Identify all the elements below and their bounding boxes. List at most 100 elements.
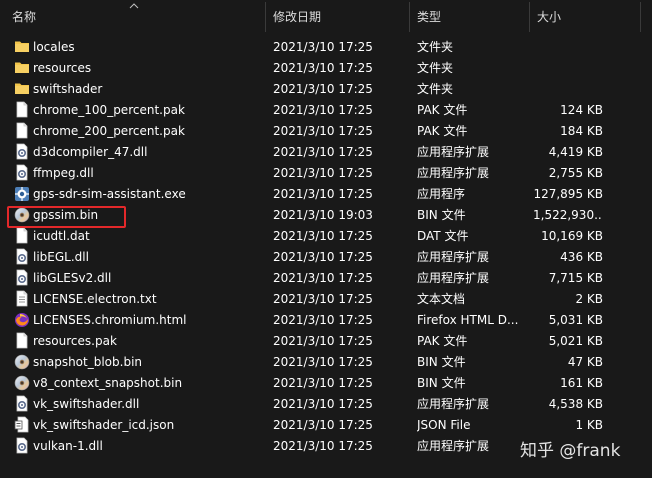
file-type: Firefox HTML D... [417,313,519,327]
file-size [533,78,603,99]
file-row[interactable]: d3dcompiler_47.dll 2021/3/10 17:25 应用程序扩展 4… [0,141,652,162]
file-row[interactable]: libEGL.dll 2021/3/10 17:25 应用程序扩展 436 KB [0,246,652,267]
file-modified-date: 2021/3/10 17:25 [273,313,373,327]
dll-icon [14,395,30,412]
column-divider[interactable] [409,2,410,32]
file-modified-date: 2021/3/10 19:03 [273,208,373,222]
file-type: 应用程序扩展 [417,439,490,453]
file-name: libGLESv2.dll [33,271,112,285]
file-row[interactable]: LICENSE.electron.txt 2021/3/10 17:25 文本文档 2… [0,288,652,309]
file-name: vk_swiftshader.dll [33,397,140,411]
file-size: 1,522,930... [533,208,603,222]
file-modified-date: 2021/3/10 17:25 [273,145,373,159]
json-file-icon [14,416,30,433]
file-row[interactable]: snapshot_blob.bin 2021/3/10 17:25 BIN 文件 47… [0,351,652,372]
column-header-bar: 名称 修改日期 类型 大小 [0,0,652,33]
file-icon [14,122,30,139]
column-divider[interactable] [529,2,530,32]
file-row[interactable]: icudtl.dat 2021/3/10 17:25 DAT 文件 10,169 KB [0,225,652,246]
file-type: 应用程序扩展 [417,166,490,180]
file-row[interactable]: locales 2021/3/10 17:25 文件夹 [0,36,652,57]
file-row[interactable]: gps-sdr-sim-assistant.exe 2021/3/10 17:25… [0,183,652,204]
file-name: chrome_200_percent.pak [33,124,185,138]
file-type: 文件夹 [417,61,454,75]
file-size [533,36,603,57]
disc-icon [14,374,30,391]
highlight-box [7,206,126,228]
file-modified-date: 2021/3/10 17:25 [273,250,373,264]
file-type: BIN 文件 [417,355,466,369]
file-name: ffmpeg.dll [33,166,94,180]
dll-icon [14,437,30,454]
file-row[interactable]: chrome_100_percent.pak 2021/3/10 17:25 PAK… [0,99,652,120]
folder-icon [14,80,30,97]
file-row[interactable]: libGLESv2.dll 2021/3/10 17:25 应用程序扩展 7,715 … [0,267,652,288]
file-modified-date: 2021/3/10 17:25 [273,376,373,390]
file-row[interactable]: vk_swiftshader.dll 2021/3/10 17:25 应用程序扩展 4… [0,393,652,414]
file-row[interactable]: chrome_200_percent.pak 2021/3/10 17:25 PAK… [0,120,652,141]
text-file-icon [14,290,30,307]
file-row[interactable]: resources 2021/3/10 17:25 文件夹 [0,57,652,78]
file-type: PAK 文件 [417,103,468,117]
dll-icon [14,248,30,265]
file-modified-date: 2021/3/10 17:25 [273,397,373,411]
file-size: 5,031 KB [548,313,603,327]
file-modified-date: 2021/3/10 17:25 [273,103,373,117]
file-row[interactable]: swiftshader 2021/3/10 17:25 文件夹 [0,78,652,99]
file-size: 161 KB [560,376,603,390]
dll-icon [14,269,30,286]
file-name: v8_context_snapshot.bin [33,376,183,390]
file-name: vk_swiftshader_icd.json [33,418,175,432]
column-header-date[interactable]: 修改日期 [273,0,403,33]
file-type: 文件夹 [417,82,454,96]
file-name: vulkan-1.dll [33,439,103,453]
folder-icon [14,59,30,76]
file-type: 应用程序扩展 [417,271,490,285]
column-header-type[interactable]: 类型 [417,0,522,33]
file-size: 4,538 KB [548,397,603,411]
file-name: swiftshader [33,82,103,96]
dll-icon [14,143,30,160]
column-header-name[interactable]: 名称 [12,0,262,33]
file-size: 47 KB [567,355,603,369]
file-type: PAK 文件 [417,334,468,348]
column-divider[interactable] [640,2,641,32]
file-type: BIN 文件 [417,208,466,222]
file-size: 1 KB [575,418,603,432]
file-type: 应用程序扩展 [417,397,490,411]
file-modified-date: 2021/3/10 17:25 [273,418,373,432]
file-modified-date: 2021/3/10 17:25 [273,439,373,453]
file-name: LICENSE.electron.txt [33,292,157,306]
file-type: 应用程序扩展 [417,250,490,264]
file-modified-date: 2021/3/10 17:25 [273,229,373,243]
file-modified-date: 2021/3/10 17:25 [273,61,373,75]
column-divider[interactable] [265,2,266,32]
file-size: 2 KB [575,292,603,306]
file-modified-date: 2021/3/10 17:25 [273,271,373,285]
file-row[interactable]: LICENSES.chromium.html 2021/3/10 17:25 Fir… [0,309,652,330]
file-icon [14,101,30,118]
exe-icon [14,185,30,202]
file-row[interactable]: vk_swiftshader_icd.json 2021/3/10 17:25 JS… [0,414,652,435]
file-type: BIN 文件 [417,376,466,390]
file-type: 文本文档 [417,292,466,306]
file-modified-date: 2021/3/10 17:25 [273,124,373,138]
file-type: JSON File [417,418,471,432]
file-row[interactable]: resources.pak 2021/3/10 17:25 PAK 文件 5,021 … [0,330,652,351]
file-name: locales [33,40,75,54]
file-name: gps-sdr-sim-assistant.exe [33,187,186,201]
file-size: 436 KB [560,250,603,264]
column-header-size[interactable]: 大小 [537,0,637,33]
file-name: icudtl.dat [33,229,90,243]
file-size: 7,715 KB [548,271,603,285]
file-size [533,57,603,78]
file-type: 应用程序扩展 [417,145,490,159]
file-size: 124 KB [560,103,603,117]
file-name: resources [33,61,92,75]
file-row[interactable]: ffmpeg.dll 2021/3/10 17:25 应用程序扩展 2,755 KB [0,162,652,183]
folder-icon [14,38,30,55]
watermark: 知乎 @frank [520,441,621,461]
file-name: LICENSES.chromium.html [33,313,187,327]
file-row[interactable]: v8_context_snapshot.bin 2021/3/10 17:25 BI… [0,372,652,393]
file-modified-date: 2021/3/10 17:25 [273,355,373,369]
